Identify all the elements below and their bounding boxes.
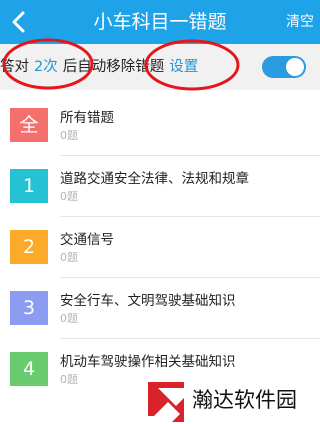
list-item-3[interactable]: 3 安全行车、文明驾驶基础知识 0题 [0, 278, 320, 338]
correct-count-value[interactable]: 2次 [34, 59, 58, 75]
auto-remove-settings-bar: 答对 2次 后自动移除错题 设置 [0, 44, 320, 90]
header-bar: 小车科目一错题 清空 [0, 0, 320, 44]
category-badge: 3 [10, 291, 48, 325]
setting-description: 后自动移除错题 [62, 59, 165, 75]
list-item-all[interactable]: 全 所有错题 0题 [0, 95, 320, 155]
auto-remove-setting-text: 答对 2次 后自动移除错题 设置 [0, 44, 198, 90]
category-title: 交通信号 [60, 232, 114, 248]
category-count: 0题 [60, 251, 78, 264]
category-count: 0题 [60, 312, 78, 325]
category-count: 0题 [60, 190, 78, 203]
watermark-logo-icon [148, 382, 184, 422]
clear-button[interactable]: 清空 [286, 0, 314, 44]
page-title: 小车科目一错题 [93, 11, 227, 33]
settings-link[interactable]: 设置 [169, 59, 198, 75]
category-title: 所有错题 [60, 110, 114, 126]
wrong-question-category-list: 全 所有错题 0题 1 道路交通安全法律、法规和规章 0题 2 交通信号 0题 … [0, 95, 320, 399]
category-badge: 2 [10, 230, 48, 264]
list-item-2[interactable]: 2 交通信号 0题 [0, 217, 320, 277]
watermark-text: 瀚达软件园 [192, 388, 297, 412]
auto-remove-toggle[interactable] [262, 56, 306, 78]
category-badge: 全 [10, 108, 48, 142]
toggle-knob [286, 58, 304, 76]
category-count: 0题 [60, 373, 78, 386]
category-badge: 4 [10, 352, 48, 386]
category-badge: 1 [10, 169, 48, 203]
list-item-1[interactable]: 1 道路交通安全法律、法规和规章 0题 [0, 156, 320, 216]
watermark: 瀚达软件园 [144, 380, 314, 422]
category-title: 道路交通安全法律、法规和规章 [60, 171, 249, 187]
back-arrow-icon[interactable] [6, 8, 34, 36]
setting-prefix: 答对 [0, 59, 29, 75]
category-title: 安全行车、文明驾驶基础知识 [60, 293, 236, 309]
category-title: 机动车驾驶操作相关基础知识 [60, 354, 236, 370]
category-count: 0题 [60, 129, 78, 142]
